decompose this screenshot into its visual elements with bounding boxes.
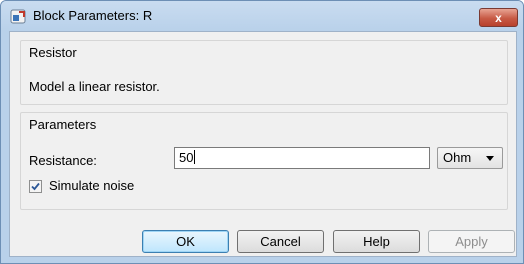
close-icon: x — [495, 10, 502, 25]
simulink-block-icon — [10, 9, 26, 24]
parameters-group-title: Parameters — [29, 117, 97, 132]
window-title: Block Parameters: R — [33, 8, 153, 23]
cancel-button[interactable]: Cancel — [237, 230, 324, 253]
ok-button[interactable]: OK — [142, 230, 229, 253]
resistance-label: Resistance: — [29, 153, 97, 168]
resistance-value: 50 — [179, 150, 194, 165]
chevron-down-icon — [486, 156, 494, 161]
resistor-group: Resistor Model a linear resistor. — [20, 40, 508, 105]
text-caret — [194, 150, 196, 164]
apply-button[interactable]: Apply — [428, 230, 515, 253]
help-button[interactable]: Help — [333, 230, 420, 253]
resistor-group-title: Resistor — [29, 45, 77, 60]
dialog-body: Resistor Model a linear resistor. Parame… — [9, 31, 517, 257]
checkmark-icon — [31, 182, 40, 191]
unit-value: Ohm — [443, 150, 472, 165]
resistance-input[interactable]: 50 — [174, 147, 430, 169]
dialog-window: Block Parameters: R x Resistor Model a l… — [0, 0, 524, 264]
title-bar[interactable]: Block Parameters: R x — [1, 1, 523, 31]
block-description: Model a linear resistor. — [29, 79, 160, 94]
simulate-noise-label[interactable]: Simulate noise — [49, 178, 134, 193]
close-button[interactable]: x — [479, 8, 518, 27]
parameters-group: Parameters Resistance: 50 Ohm Simulate n… — [20, 112, 508, 210]
unit-dropdown[interactable]: Ohm — [437, 147, 503, 169]
simulate-noise-checkbox[interactable] — [29, 180, 42, 193]
